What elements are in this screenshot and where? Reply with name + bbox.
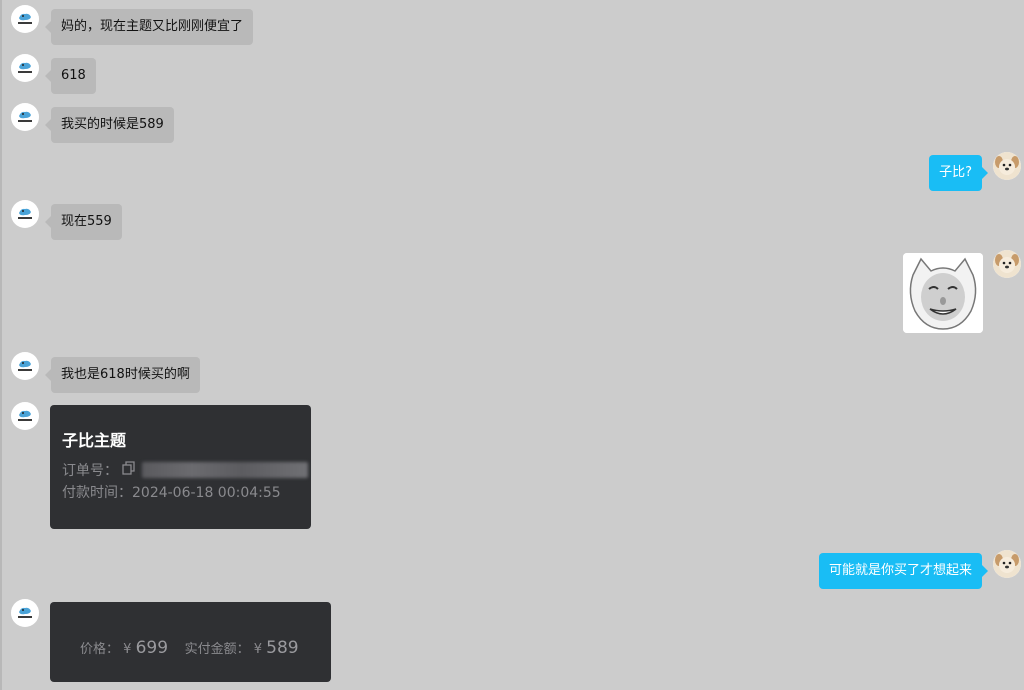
order-card[interactable]: 子比主题 订单号： 付款时间：2024-06-18 00:04:55 — [50, 405, 311, 529]
meme-face-icon — [903, 253, 983, 333]
paid-label: 实付金额： — [184, 642, 250, 657]
message-bubble[interactable]: 618 — [45, 58, 96, 94]
cartoon-logo-icon — [11, 200, 39, 228]
self-avatar[interactable] — [993, 250, 1021, 278]
copy-icon[interactable] — [122, 461, 136, 475]
message-bubble[interactable]: 现在559 — [45, 204, 122, 240]
contact-avatar[interactable] — [11, 103, 39, 131]
price-currency: ¥ — [123, 642, 132, 657]
pay-time-label: 付款时间： — [62, 485, 132, 501]
contact-avatar[interactable] — [11, 200, 39, 228]
self-avatar[interactable] — [993, 152, 1021, 180]
puppy-icon — [993, 550, 1021, 578]
message-bubble[interactable]: 我也是618时候买的啊 — [45, 357, 200, 393]
pay-time-value: 2024-06-18 00:04:55 — [132, 485, 281, 501]
paid-currency: ¥ — [253, 642, 262, 657]
order-number-label: 订单号： — [62, 463, 118, 479]
puppy-icon — [993, 152, 1021, 180]
price-value: 699 — [135, 638, 169, 658]
redacted-order-number — [142, 462, 308, 478]
price-row: 价格： ¥ 699 实付金额： ¥ 589 — [80, 638, 299, 658]
cartoon-logo-icon — [11, 352, 39, 380]
cartoon-logo-icon — [11, 402, 39, 430]
price-label: 价格： — [80, 642, 120, 657]
cartoon-logo-icon — [11, 54, 39, 82]
cartoon-logo-icon — [11, 103, 39, 131]
contact-avatar[interactable] — [11, 352, 39, 380]
pay-time-row: 付款时间：2024-06-18 00:04:55 — [62, 482, 281, 502]
message-bubble[interactable]: 妈的，现在主题又比刚刚便宜了 — [44, 9, 254, 45]
puppy-icon — [993, 250, 1021, 278]
message-bubble-self[interactable]: 可能就是你买了才想起来 — [818, 553, 989, 589]
order-number-row: 订单号： — [62, 460, 118, 480]
contact-avatar[interactable] — [11, 5, 39, 33]
self-avatar[interactable] — [993, 550, 1021, 578]
cartoon-logo-icon — [11, 5, 39, 33]
contact-avatar[interactable] — [11, 599, 39, 627]
message-bubble[interactable]: 我买的时候是589 — [45, 107, 174, 143]
price-card[interactable]: 价格： ¥ 699 实付金额： ¥ 589 — [50, 602, 331, 682]
chat-window: 妈的，现在主题又比刚刚便宜了 618 我买的时候是589 子比? 现在559 我… — [0, 0, 1024, 690]
contact-avatar[interactable] — [11, 54, 39, 82]
cartoon-logo-icon — [11, 599, 39, 627]
contact-avatar[interactable] — [11, 402, 39, 430]
message-bubble-self[interactable]: 子比? — [929, 155, 988, 191]
meme-sticker[interactable] — [903, 253, 983, 333]
paid-value: 589 — [266, 638, 299, 658]
window-edge — [0, 0, 2, 690]
order-title: 子比主题 — [62, 431, 127, 450]
